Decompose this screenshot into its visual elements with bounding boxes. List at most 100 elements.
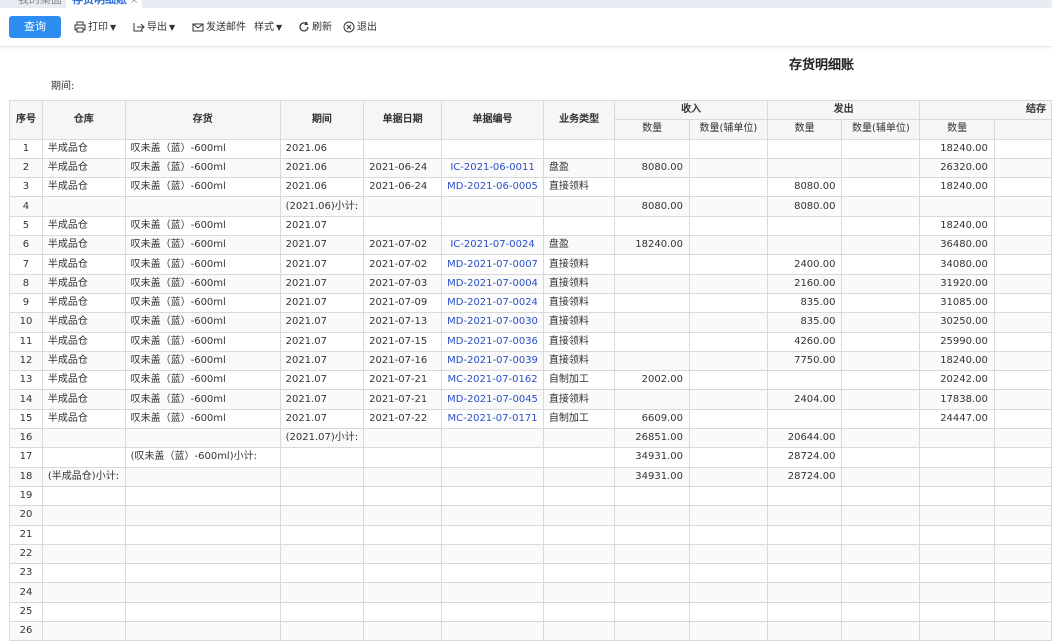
period-cell bbox=[279, 582, 365, 603]
close-circle-icon bbox=[343, 21, 355, 33]
print-button[interactable]: 打印 ▼ bbox=[74, 20, 116, 36]
chevron-down-icon: ▼ bbox=[169, 23, 176, 32]
table-row[interactable]: 18 (半成品仓)小计: 34931.00 28724.00 bbox=[9, 466, 1052, 487]
biz-type-cell bbox=[542, 621, 616, 641]
table-row[interactable]: 11 半成品仓 叹未盖（蓝）-600ml 2021.07 2021-07-15 MD-20… bbox=[9, 331, 1052, 352]
balance-extra-cell bbox=[993, 563, 1052, 584]
header-no[interactable]: 序号 bbox=[9, 100, 43, 140]
table-row[interactable]: 1 半成品仓 叹未盖（蓝）-600ml 2021.06 18240.00 bbox=[9, 138, 1052, 159]
warehouse-cell: 半成品仓 bbox=[41, 273, 126, 294]
doc-no-link[interactable]: MD-2021-07-0039 bbox=[441, 350, 544, 372]
doc-no-link[interactable]: MD-2021-07-0036 bbox=[441, 331, 544, 352]
doc-no-link[interactable]: MC-2021-07-0171 bbox=[441, 408, 544, 430]
doc-no-link[interactable]: MC-2021-07-0162 bbox=[441, 370, 544, 391]
send-email-button[interactable]: 发送邮件 bbox=[192, 20, 246, 36]
refresh-button[interactable]: 刷新 bbox=[298, 20, 332, 36]
header-issue-qty-aux[interactable]: 数量(辅单位) bbox=[841, 119, 921, 140]
exit-button[interactable]: 退出 bbox=[343, 20, 377, 36]
table-row[interactable]: 12 半成品仓 叹未盖（蓝）-600ml 2021.07 2021-07-16 MD-20… bbox=[9, 350, 1052, 372]
table-row[interactable]: 9 半成品仓 叹未盖（蓝）-600ml 2021.07 2021-07-09 MD-202… bbox=[9, 292, 1052, 314]
period-cell bbox=[279, 505, 365, 526]
doc-no-link[interactable]: MD-2021-07-0024 bbox=[441, 292, 544, 314]
doc-no-link bbox=[441, 582, 544, 603]
doc-no-link[interactable]: MD-2021-07-0004 bbox=[441, 273, 544, 294]
query-button[interactable]: 查询 bbox=[9, 16, 61, 38]
doc-no-link bbox=[441, 563, 544, 584]
issue-qty-cell: 28724.00 bbox=[766, 466, 843, 487]
table-row[interactable]: 26 bbox=[9, 621, 1052, 641]
period-cell bbox=[279, 563, 365, 584]
doc-no-link[interactable]: MD-2021-07-0007 bbox=[441, 254, 544, 275]
header-issue-qty[interactable]: 数量 bbox=[766, 119, 843, 140]
table-row[interactable]: 15 半成品仓 叹未盖（蓝）-600ml 2021.07 2021-07-22 MC-20… bbox=[9, 408, 1052, 430]
table-row[interactable]: 3 半成品仓 叹未盖（蓝）-600ml 2021.06 2021-06-24 MD-202… bbox=[9, 177, 1052, 198]
header-period[interactable]: 期间 bbox=[279, 100, 365, 140]
warehouse-cell bbox=[41, 524, 126, 545]
export-button[interactable]: 导出 ▼ bbox=[133, 20, 175, 36]
issue-qty-aux-cell bbox=[841, 466, 921, 487]
doc-no-link[interactable]: MD-2021-07-0045 bbox=[441, 389, 544, 410]
period-cell bbox=[279, 485, 365, 507]
header-income-qty-aux[interactable]: 数量(辅单位) bbox=[688, 119, 768, 140]
income-qty-cell bbox=[614, 312, 690, 333]
table-row[interactable]: 16 (2021.07)小计: 26851.00 20644.00 bbox=[9, 428, 1052, 449]
doc-date-cell bbox=[363, 582, 443, 603]
table-row[interactable]: 13 半成品仓 叹未盖（蓝）-600ml 2021.07 2021-07-21 MC-20… bbox=[9, 370, 1052, 391]
balance-qty-cell: 25990.00 bbox=[919, 331, 995, 352]
doc-date-cell: 2021-07-22 bbox=[363, 408, 443, 430]
biz-type-cell: 直接领料 bbox=[542, 177, 616, 198]
style-button[interactable]: 样式 ▼ bbox=[254, 20, 282, 36]
income-qty-cell bbox=[614, 177, 690, 198]
table-row[interactable]: 14 半成品仓 叹未盖（蓝）-600ml 2021.07 2021-07-21 MD-20… bbox=[9, 389, 1052, 410]
table-row[interactable]: 22 bbox=[9, 543, 1052, 565]
doc-date-cell bbox=[363, 428, 443, 449]
table-row[interactable]: 25 bbox=[9, 601, 1052, 623]
table-row[interactable]: 10 半成品仓 叹未盖（蓝）-600ml 2021.07 2021-07-13 MD-20… bbox=[9, 312, 1052, 333]
header-income-qty[interactable]: 数量 bbox=[614, 119, 690, 140]
header-biz-type[interactable]: 业务类型 bbox=[542, 100, 616, 140]
header-warehouse[interactable]: 仓库 bbox=[41, 100, 126, 140]
income-qty-cell bbox=[614, 215, 690, 237]
table-row[interactable]: 4 (2021.06)小计: 8080.00 8080.00 bbox=[9, 196, 1052, 217]
refresh-icon bbox=[299, 21, 309, 32]
doc-no-link[interactable]: IC-2021-06-0011 bbox=[441, 157, 544, 179]
issue-qty-aux-cell bbox=[841, 235, 921, 256]
table-row[interactable]: 20 bbox=[9, 505, 1052, 526]
issue-qty-cell bbox=[766, 505, 843, 526]
doc-date-cell bbox=[363, 466, 443, 487]
table-row[interactable]: 2 半成品仓 叹未盖（蓝）-600ml 2021.06 2021-06-24 IC-202… bbox=[9, 157, 1052, 179]
table-row[interactable]: 7 半成品仓 叹未盖（蓝）-600ml 2021.07 2021-07-02 MD-202… bbox=[9, 254, 1052, 275]
period-cell bbox=[279, 621, 365, 641]
balance-extra-cell bbox=[993, 447, 1052, 468]
header-balance-qty[interactable]: 数量 bbox=[919, 119, 995, 140]
header-doc-date[interactable]: 单据日期 bbox=[363, 100, 443, 140]
issue-qty-cell bbox=[766, 601, 843, 623]
table-row[interactable]: 19 bbox=[9, 485, 1052, 507]
warehouse-cell: 半成品仓 bbox=[41, 370, 126, 391]
issue-qty-cell bbox=[766, 563, 843, 584]
table-row[interactable]: 8 半成品仓 叹未盖（蓝）-600ml 2021.07 2021-07-03 MD-202… bbox=[9, 273, 1052, 294]
doc-no-link[interactable]: MD-2021-06-0005 bbox=[441, 177, 544, 198]
header-doc-no[interactable]: 单据编号 bbox=[441, 100, 544, 140]
period-cell: 2021.07 bbox=[279, 312, 365, 333]
inventory-cell: 叹未盖（蓝）-600ml bbox=[124, 389, 281, 410]
income-qty-aux-cell bbox=[688, 254, 768, 275]
balance-extra-cell bbox=[993, 138, 1052, 159]
doc-no-link[interactable]: IC-2021-07-0024 bbox=[441, 235, 544, 256]
issue-qty-aux-cell bbox=[841, 485, 921, 507]
tab-my-desktop[interactable]: 我的桌面 bbox=[10, 0, 70, 8]
header-inventory[interactable]: 存货 bbox=[124, 100, 281, 140]
issue-qty-aux-cell bbox=[841, 370, 921, 391]
table-row[interactable]: 21 bbox=[9, 524, 1052, 545]
doc-no-link[interactable]: MD-2021-07-0030 bbox=[441, 312, 544, 333]
table-row[interactable]: 5 半成品仓 叹未盖（蓝）-600ml 2021.07 18240.00 bbox=[9, 215, 1052, 237]
tab-close-icon[interactable]: × bbox=[130, 0, 138, 6]
table-row[interactable]: 6 半成品仓 叹未盖（蓝）-600ml 2021.07 2021-07-02 IC-202… bbox=[9, 235, 1052, 256]
table-row[interactable]: 24 bbox=[9, 582, 1052, 603]
table-row[interactable]: 17 (叹未盖（蓝）-600ml)小计: 34931.00 28724.00 bbox=[9, 447, 1052, 468]
balance-qty-cell bbox=[919, 485, 995, 507]
inventory-cell: 叹未盖（蓝）-600ml bbox=[124, 350, 281, 372]
table-row[interactable]: 23 bbox=[9, 563, 1052, 584]
header-income: 收入 bbox=[614, 99, 768, 121]
doc-date-cell bbox=[363, 601, 443, 623]
